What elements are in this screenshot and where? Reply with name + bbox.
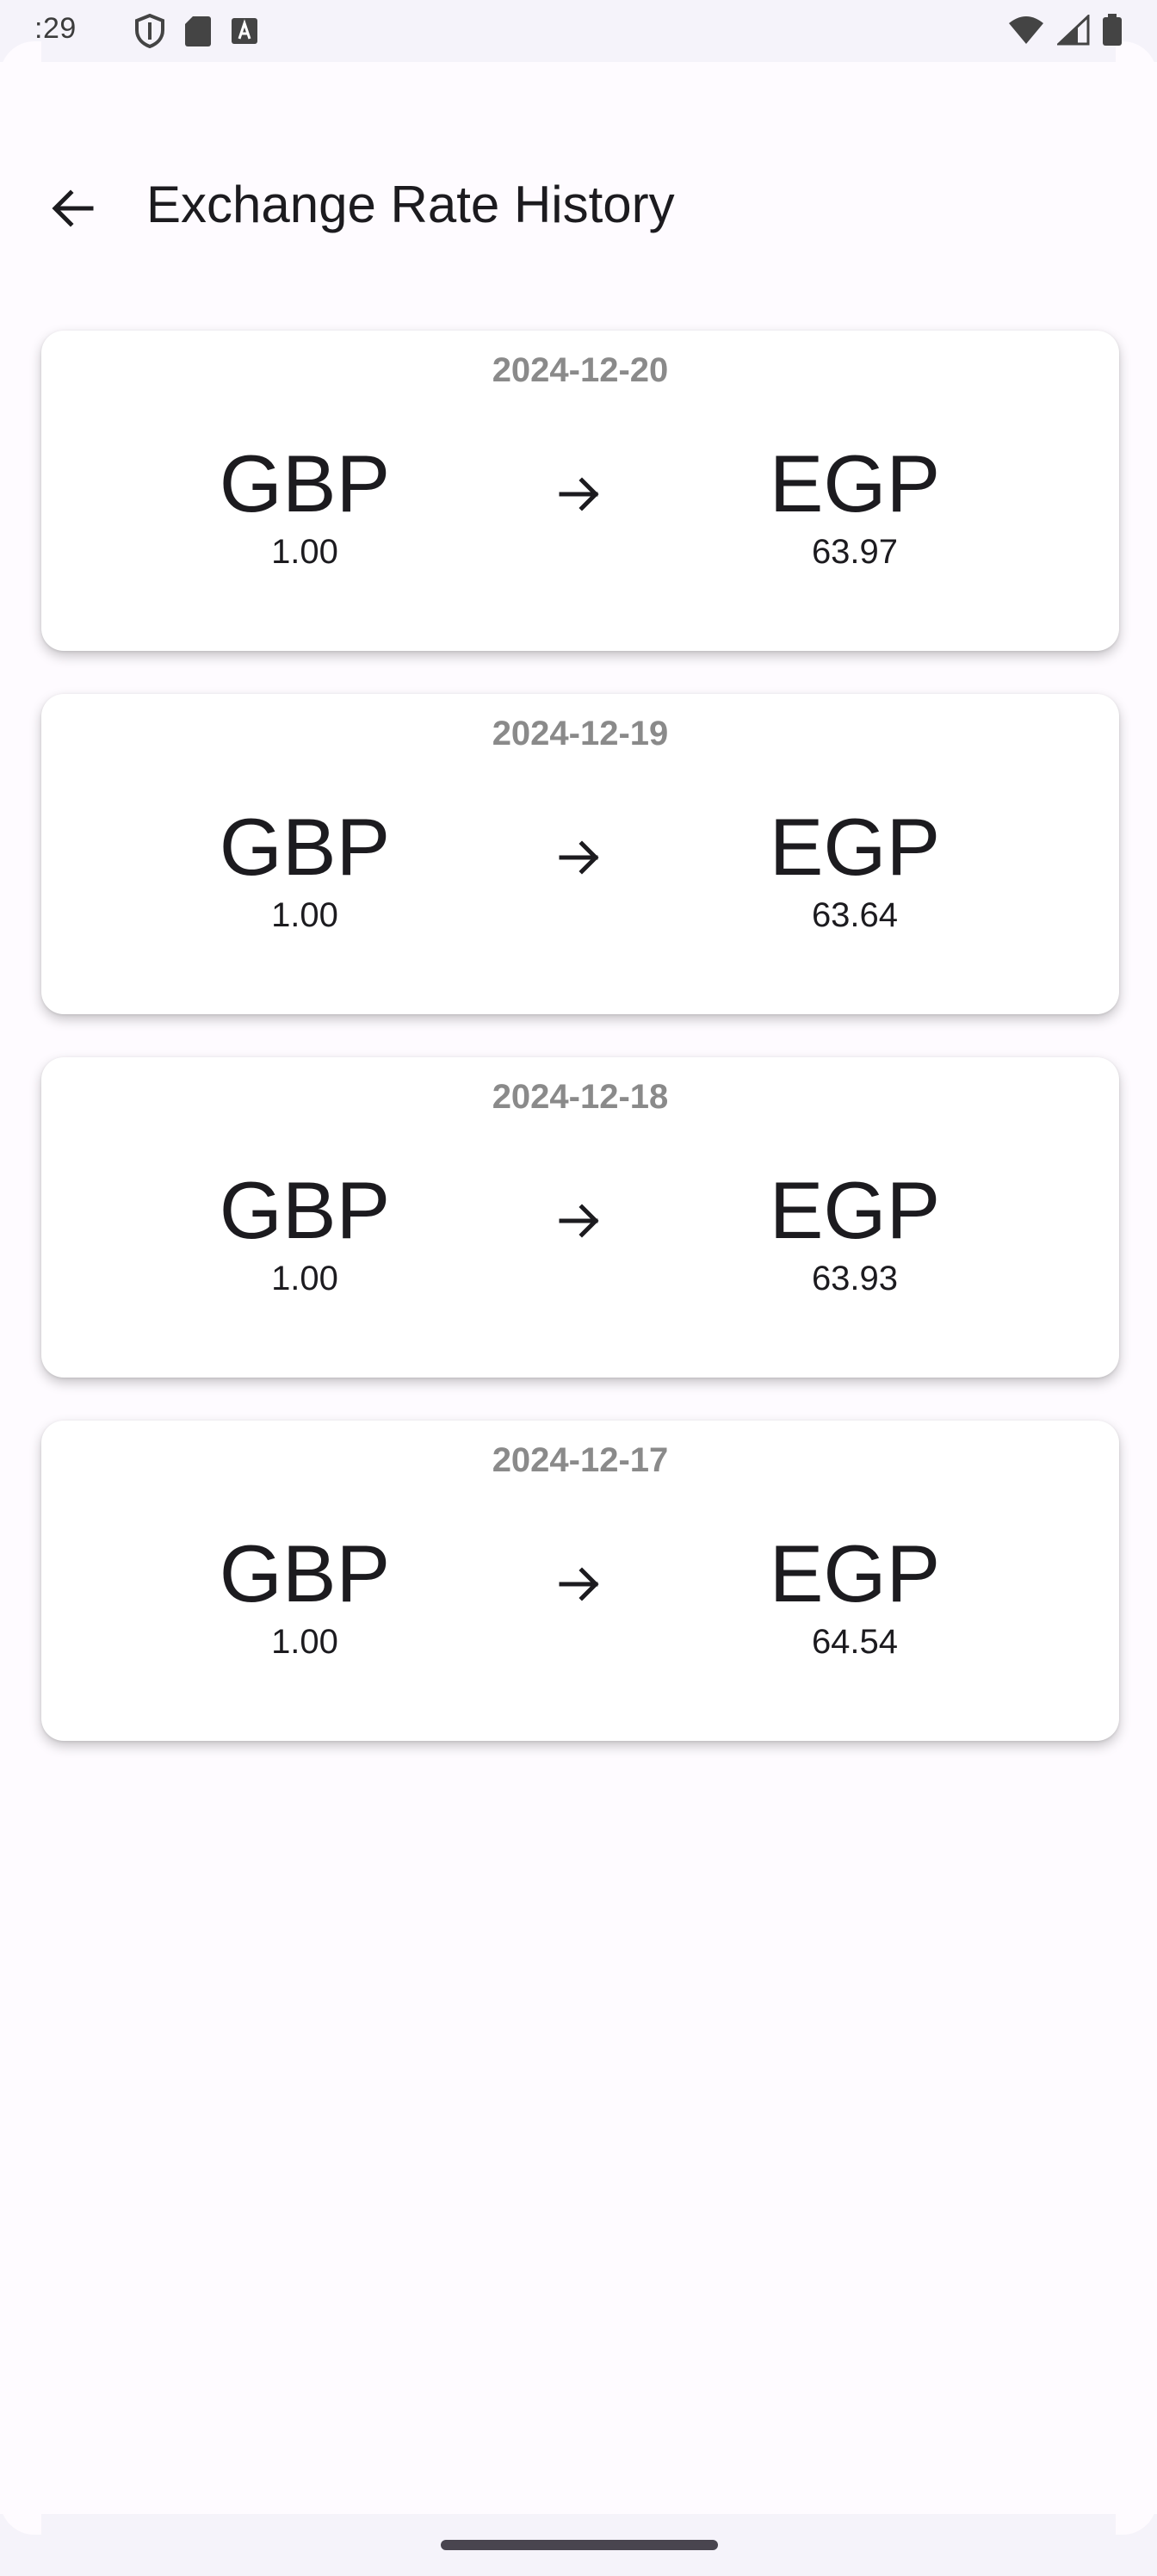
wifi-icon (1007, 15, 1045, 46)
rate-date: 2024-12-18 (492, 1078, 669, 1116)
from-currency-amount: 1.00 (271, 533, 338, 571)
to-currency-amount: 63.64 (811, 896, 899, 934)
to-currency: EGP 63.97 (726, 441, 984, 573)
to-currency: EGP 63.64 (726, 804, 984, 937)
rate-date: 2024-12-17 (492, 1441, 669, 1479)
status-bar: :29 (0, 0, 1157, 83)
arrow-back-icon (48, 184, 96, 237)
rate-date: 2024-12-20 (492, 351, 669, 389)
exchange-rate-card[interactable]: 2024-12-18 GBP 1.00 EGP 63.93 (41, 1057, 1119, 1378)
app-bar: Exchange Rate History (0, 145, 1157, 269)
from-currency-amount: 1.00 (271, 896, 338, 934)
arrow-forward-icon (559, 840, 599, 875)
status-time: :29 (34, 12, 77, 45)
text-a-icon (231, 17, 258, 45)
to-currency-amount: 63.97 (811, 533, 899, 571)
page-title: Exchange Rate History (146, 176, 675, 233)
sd-card-icon (184, 15, 212, 47)
exchange-rate-card[interactable]: 2024-12-19 GBP 1.00 EGP 63.64 (41, 694, 1119, 1014)
arrow-forward-icon (559, 1204, 599, 1238)
nav-bar-corner-right (1116, 2493, 1157, 2535)
arrow-forward-icon (559, 1567, 599, 1601)
back-button[interactable] (34, 172, 110, 248)
to-currency-code: EGP (769, 1165, 941, 1255)
from-currency-code: GBP (219, 438, 391, 529)
home-indicator[interactable] (441, 2540, 718, 2550)
from-currency: GBP 1.00 (176, 1531, 434, 1663)
arrow-forward-icon (559, 477, 599, 511)
rate-date: 2024-12-19 (492, 715, 669, 752)
from-currency-amount: 1.00 (271, 1623, 338, 1661)
exchange-rate-card[interactable]: 2024-12-20 GBP 1.00 EGP 63.97 (41, 331, 1119, 651)
status-bar-corner-right (1116, 41, 1157, 83)
battery-icon (1102, 14, 1123, 46)
nav-bar-corner-left (0, 2493, 41, 2535)
from-currency: GBP 1.00 (176, 441, 434, 573)
navigation-bar (0, 2493, 1157, 2576)
shield-icon (134, 14, 165, 48)
from-currency: GBP 1.00 (176, 1167, 434, 1300)
to-currency-code: EGP (769, 1528, 941, 1619)
from-currency-code: GBP (219, 1528, 391, 1619)
from-currency: GBP 1.00 (176, 804, 434, 937)
to-currency-amount: 63.93 (811, 1260, 899, 1297)
to-currency: EGP 63.93 (726, 1167, 984, 1300)
to-currency-code: EGP (769, 438, 941, 529)
status-bar-corner-left (0, 41, 41, 83)
from-currency-code: GBP (219, 1165, 391, 1255)
exchange-rate-card[interactable]: 2024-12-17 GBP 1.00 EGP 64.54 (41, 1421, 1119, 1741)
from-currency-amount: 1.00 (271, 1260, 338, 1297)
from-currency-code: GBP (219, 802, 391, 892)
status-icons-right (1007, 14, 1123, 46)
signal-icon (1057, 15, 1090, 46)
to-currency-amount: 64.54 (811, 1623, 899, 1661)
to-currency-code: EGP (769, 802, 941, 892)
status-icons-left (134, 14, 258, 48)
to-currency: EGP 64.54 (726, 1531, 984, 1663)
exchange-history-list: 2024-12-20 GBP 1.00 EGP 63.97 2024-12-19… (41, 331, 1119, 1784)
